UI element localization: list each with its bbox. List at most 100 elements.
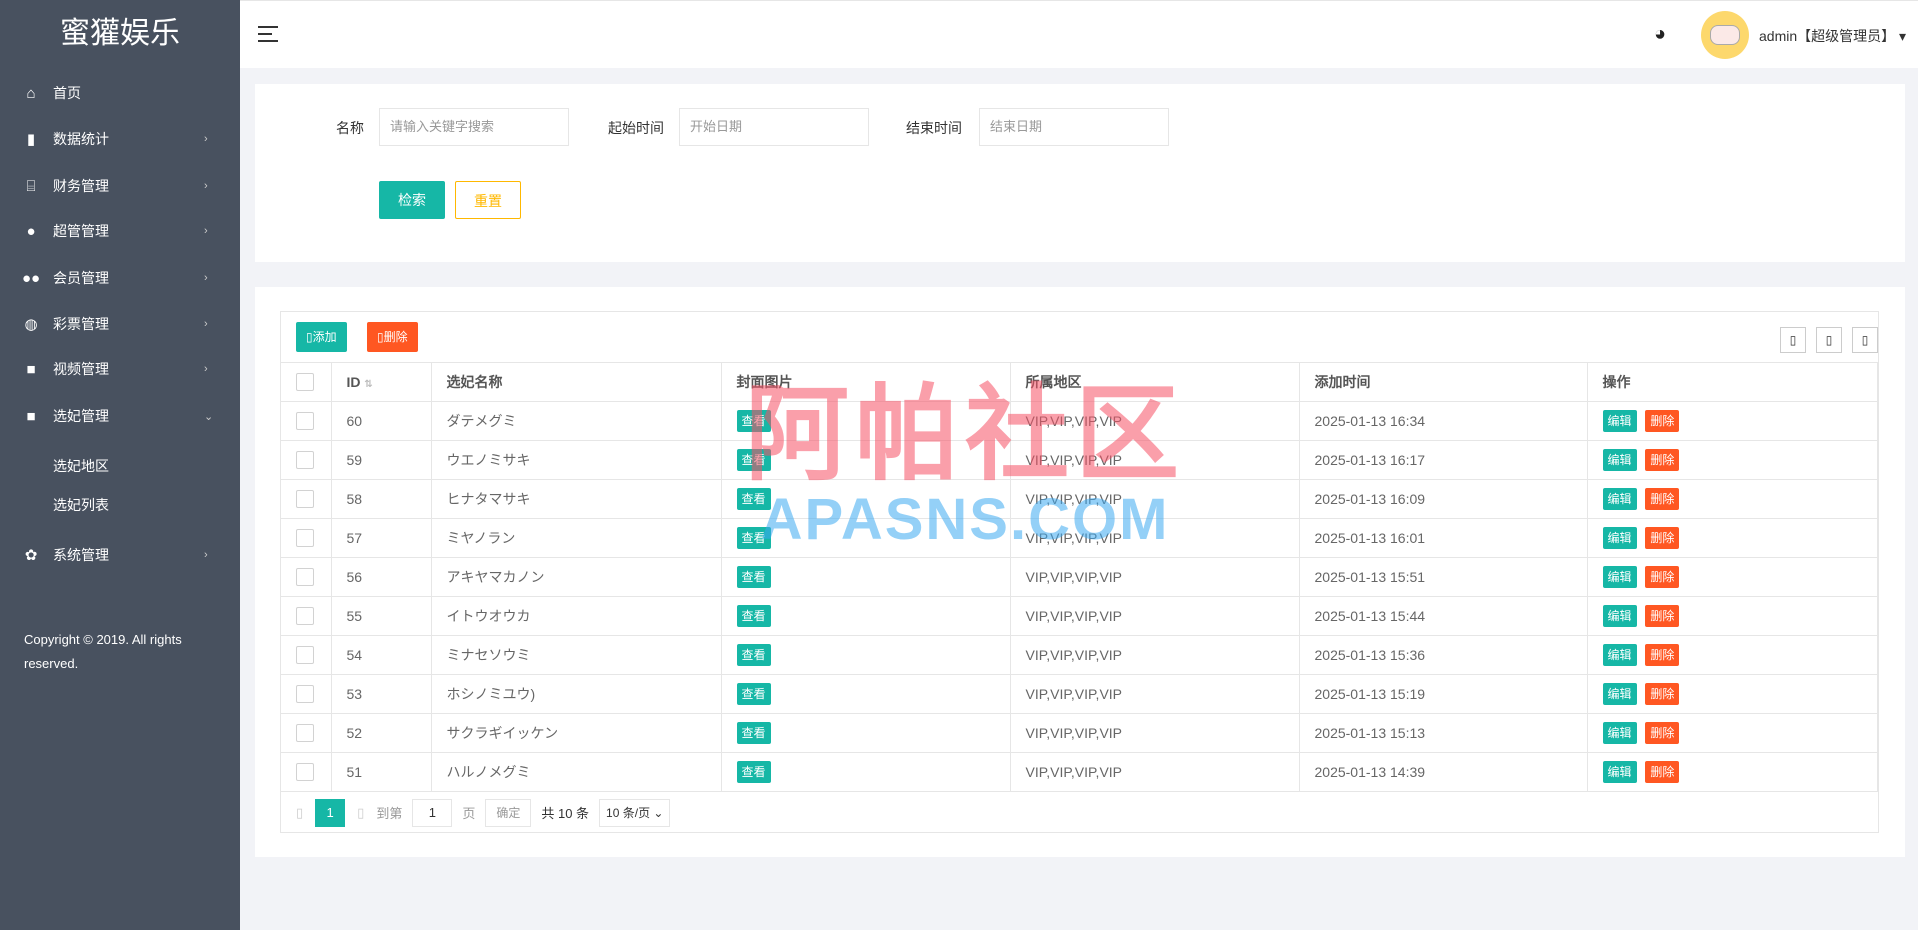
row-checkbox[interactable]: [281, 557, 332, 597]
view-cover-button[interactable]: 查看: [736, 683, 771, 705]
sidebar-item-label: 数据统计: [53, 131, 109, 147]
cell-id: 51: [331, 752, 432, 792]
row-checkbox[interactable]: [281, 596, 332, 636]
cell-region: VIP,VIP,VIP,VIP: [1010, 596, 1300, 636]
view-cover-button[interactable]: 查看: [736, 410, 771, 432]
goto-page-input[interactable]: 1: [412, 798, 453, 827]
view-cover-button[interactable]: 查看: [736, 488, 771, 510]
print-icon[interactable]: ▯: [1852, 327, 1878, 353]
delete-label: 删除: [383, 330, 408, 344]
cell-name: ハルノメグミ: [431, 752, 722, 792]
edit-button[interactable]: 编辑: [1602, 644, 1637, 666]
prev-page-icon[interactable]: ▯: [296, 805, 303, 821]
sidebar-item-4[interactable]: ● 超管管理 ›: [0, 211, 240, 251]
filter-columns-icon[interactable]: ▯: [1780, 327, 1806, 353]
reset-button[interactable]: 重置: [455, 181, 521, 219]
delete-row-button[interactable]: 删除: [1645, 722, 1680, 744]
edit-button[interactable]: 编辑: [1602, 605, 1637, 627]
search-button[interactable]: 检索: [379, 181, 445, 219]
table-row: 57 ミヤノラン 查看 VIP,VIP,VIP,VIP 2025-01-13 1…: [281, 518, 1878, 558]
delete-row-button[interactable]: 删除: [1645, 644, 1680, 666]
sidebar-item-5[interactable]: ●● 会员管理 ›: [0, 258, 240, 298]
edit-button[interactable]: 编辑: [1602, 761, 1637, 783]
goto-label: 到第: [376, 806, 403, 821]
palette-icon[interactable]: ◕: [1654, 23, 1666, 46]
sidebar-item-2[interactable]: ▮ 数据统计 ›: [0, 119, 240, 159]
sidebar-item-8[interactable]: ■ 选妃管理 ⌄: [0, 396, 240, 436]
user-menu[interactable]: admin【超级管理员】 ▾: [1759, 26, 1906, 46]
sidebar-item-11[interactable]: ✿ 系统管理 ›: [0, 535, 240, 575]
sidebar-item-3[interactable]: ⌸ 财务管理 ›: [0, 166, 240, 206]
edit-button[interactable]: 编辑: [1602, 488, 1637, 510]
delete-row-button[interactable]: 删除: [1645, 449, 1680, 471]
sidebar-item-1[interactable]: ⌂ 首页: [0, 73, 240, 113]
sidebar-item-9[interactable]: 选妃地区: [0, 446, 240, 486]
sidebar-item-label: 首页: [53, 85, 81, 101]
delete-row-button[interactable]: 删除: [1645, 683, 1680, 705]
cell-cover: 查看: [721, 401, 1011, 441]
row-checkbox[interactable]: [281, 479, 332, 519]
select-all-checkbox[interactable]: [281, 362, 332, 402]
cell-id: 60: [331, 401, 432, 441]
export-icon[interactable]: ▯: [1816, 327, 1842, 353]
edit-button[interactable]: 编辑: [1602, 410, 1637, 432]
row-checkbox[interactable]: [281, 713, 332, 753]
edit-button[interactable]: 编辑: [1602, 683, 1637, 705]
video-icon: ■: [26, 360, 36, 378]
delete-row-button[interactable]: 删除: [1645, 761, 1680, 783]
name-search-input[interactable]: 请输入关键字搜索: [379, 108, 569, 146]
cell-actions: 编辑 删除: [1587, 401, 1878, 441]
sidebar-item-label: 财务管理: [53, 178, 109, 194]
edit-button[interactable]: 编辑: [1602, 566, 1637, 588]
view-cover-button[interactable]: 查看: [736, 644, 771, 666]
sort-icon[interactable]: ⇅: [364, 379, 372, 390]
sidebar-item-10[interactable]: 选妃列表: [0, 485, 240, 525]
edit-button[interactable]: 编辑: [1602, 527, 1637, 549]
add-button[interactable]: ▯添加: [296, 322, 347, 352]
bank-icon: ⌸: [26, 177, 36, 195]
row-checkbox[interactable]: [281, 518, 332, 558]
row-checkbox[interactable]: [281, 752, 332, 792]
avatar[interactable]: [1701, 11, 1749, 59]
view-cover-button[interactable]: 查看: [736, 722, 771, 744]
cell-name: ヒナタマサキ: [431, 479, 722, 519]
end-date-input[interactable]: 结束日期: [979, 108, 1169, 146]
page-1-button[interactable]: 1: [315, 798, 346, 827]
delete-row-button[interactable]: 删除: [1645, 605, 1680, 627]
goto-confirm-button[interactable]: 确定: [485, 798, 532, 827]
delete-row-button[interactable]: 删除: [1645, 566, 1680, 588]
edit-button[interactable]: 编辑: [1602, 722, 1637, 744]
row-checkbox[interactable]: [281, 674, 332, 714]
view-cover-button[interactable]: 查看: [736, 566, 771, 588]
view-cover-button[interactable]: 查看: [736, 761, 771, 783]
add-label: 添加: [312, 330, 337, 344]
next-page-icon[interactable]: ▯: [357, 805, 364, 821]
menu-toggle-icon[interactable]: [258, 26, 278, 47]
table-row: 52 サクラギイッケン 查看 VIP,VIP,VIP,VIP 2025-01-1…: [281, 713, 1878, 753]
sidebar-item-7[interactable]: ■ 视频管理 ›: [0, 349, 240, 389]
user-icon: ●: [26, 222, 36, 240]
row-checkbox[interactable]: [281, 440, 332, 480]
delete-row-button[interactable]: 删除: [1645, 527, 1680, 549]
delete-row-button[interactable]: 删除: [1645, 410, 1680, 432]
batch-delete-button[interactable]: ▯删除: [367, 322, 418, 352]
chart-icon: ▮: [26, 131, 36, 148]
cell-name: ウエノミサキ: [431, 440, 722, 480]
table-row: 53 ホシノミユウ) 查看 VIP,VIP,VIP,VIP 2025-01-13…: [281, 674, 1878, 714]
sidebar-item-6[interactable]: ◍ 彩票管理 ›: [0, 304, 240, 344]
view-cover-button[interactable]: 查看: [736, 449, 771, 471]
view-cover-button[interactable]: 查看: [736, 605, 771, 627]
view-cover-button[interactable]: 查看: [736, 527, 771, 549]
cell-id: 57: [331, 518, 432, 558]
logo: 蜜獾娱乐: [60, 17, 180, 50]
column-header-cover: 封面图片: [721, 362, 1011, 402]
caret-down-icon: ▾: [1899, 28, 1907, 44]
edit-button[interactable]: 编辑: [1602, 449, 1637, 471]
page-size-select[interactable]: 10 条/页 ⌄: [599, 798, 671, 827]
table-row: 55 イトウオウカ 查看 VIP,VIP,VIP,VIP 2025-01-13 …: [281, 596, 1878, 636]
row-checkbox[interactable]: [281, 401, 332, 441]
delete-row-button[interactable]: 删除: [1645, 488, 1680, 510]
row-checkbox[interactable]: [281, 635, 332, 675]
start-date-input[interactable]: 开始日期: [679, 108, 869, 146]
column-header-id[interactable]: ID ⇅: [331, 362, 432, 402]
